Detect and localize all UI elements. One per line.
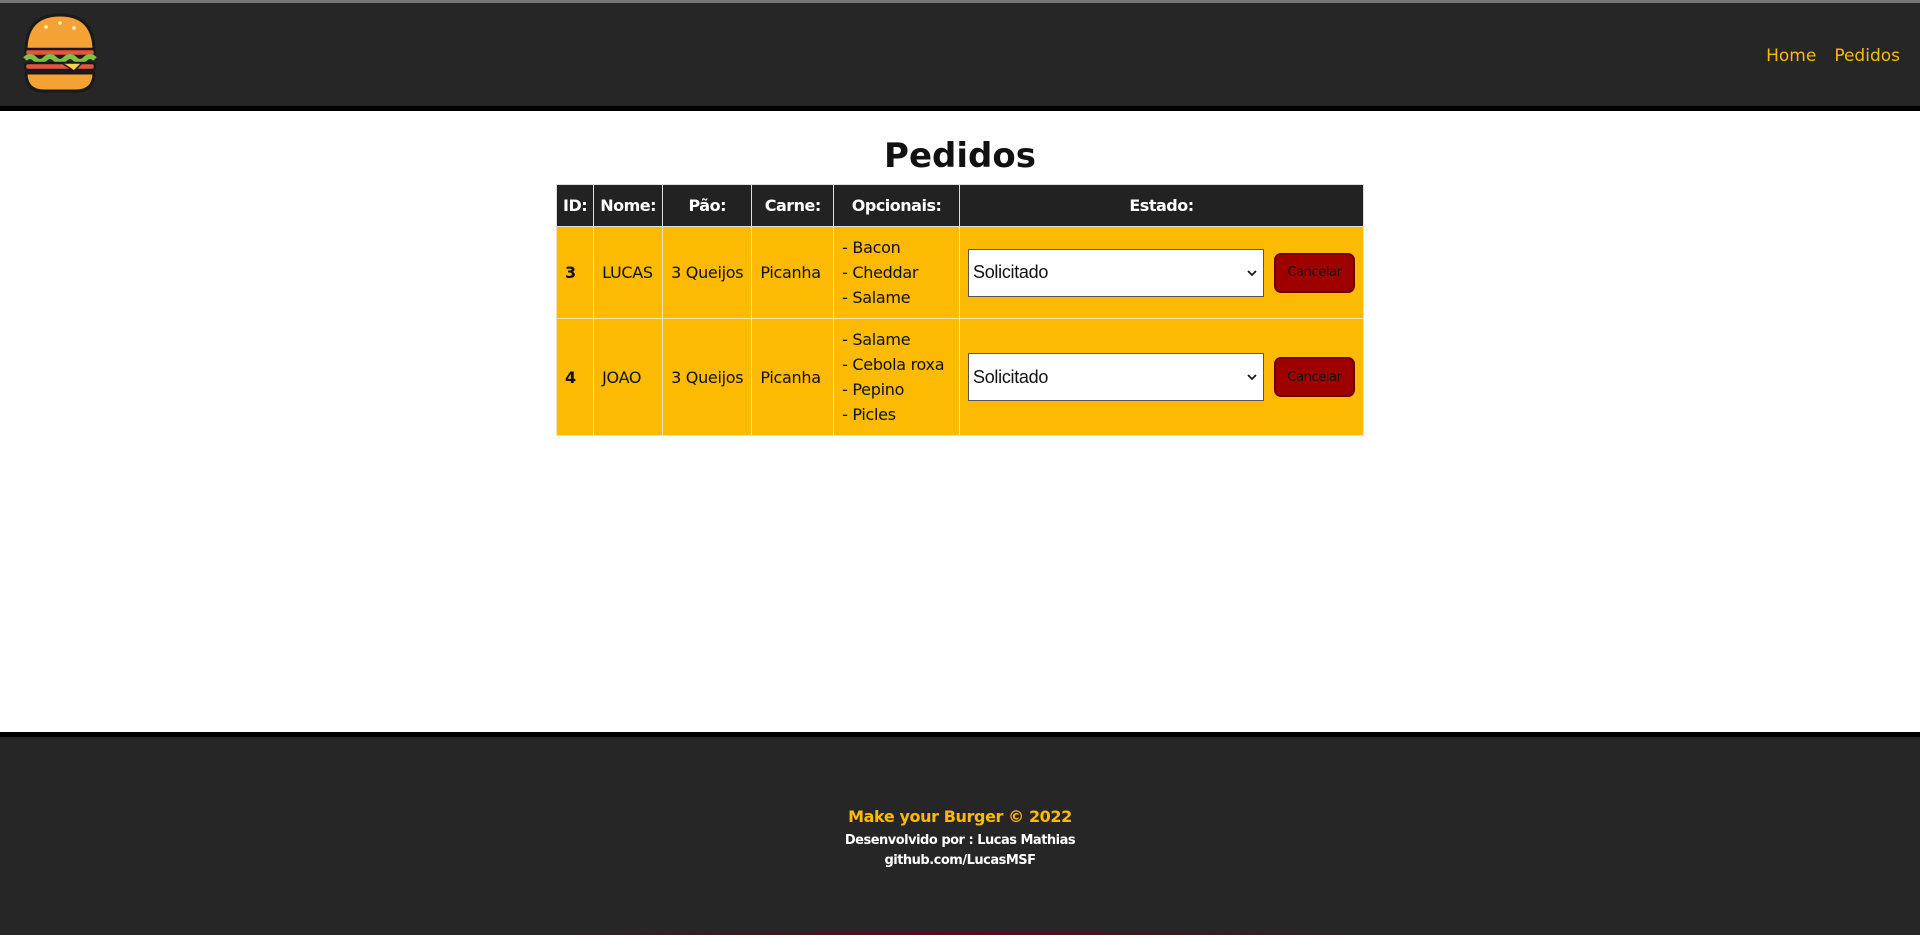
order-opcionais: - Bacon - Cheddar - Salame	[833, 226, 960, 319]
page-title: Pedidos	[884, 136, 1036, 176]
opcional-item: - Salame	[842, 330, 911, 349]
chevron-down-icon	[1247, 374, 1257, 381]
site-header: Home Pedidos	[0, 3, 1920, 111]
table-row: 3 LUCAS 3 Queijos Picanha - Bacon - Ched…	[555, 226, 1364, 319]
col-header-nome: Nome:	[593, 184, 664, 227]
estado-select[interactable]: Solicitado	[968, 248, 1264, 297]
estado-select[interactable]: Solicitado	[968, 353, 1264, 401]
table-row: 4 JOAO 3 Queijos Picanha - Salame - Cebo…	[555, 318, 1364, 436]
opcional-item: - Cheddar	[842, 263, 919, 282]
order-pao: 3 Queijos	[662, 226, 753, 319]
main-content: Pedidos ID: Nome: Pão: Carne: Opcionais:…	[0, 116, 1920, 732]
nav-pedidos-link[interactable]: Pedidos	[1834, 46, 1900, 66]
opcional-item: - Bacon	[842, 238, 901, 257]
order-pao: 3 Queijos	[662, 318, 753, 436]
footer-github-link[interactable]: github.com/LucasMSF	[0, 853, 1920, 868]
burger-logo[interactable]	[22, 13, 98, 93]
footer-copyright: Make your Burger © 2022	[848, 807, 1072, 826]
nav-home-link[interactable]: Home	[1766, 46, 1816, 66]
opcional-item: - Salame	[842, 288, 911, 307]
order-carne: Picanha	[751, 318, 835, 436]
opcional-item: - Picles	[842, 405, 896, 424]
col-header-opcionais: Opcionais:	[833, 184, 960, 227]
estado-select-value: Solicitado	[973, 366, 1049, 387]
opcional-item: - Pepino	[842, 380, 905, 399]
cancel-button[interactable]: Cancelar	[1274, 357, 1355, 397]
opcional-item: - Cebola roxa	[842, 355, 945, 374]
col-header-estado: Estado:	[959, 184, 1364, 227]
orders-table: ID: Nome: Pão: Carne: Opcionais: Estado:…	[555, 184, 1364, 436]
order-estado: Solicitado Cancelar	[959, 226, 1364, 319]
order-carne: Picanha	[751, 226, 835, 319]
col-header-carne: Carne:	[751, 184, 835, 227]
burger-icon	[23, 13, 97, 93]
table-header-row: ID: Nome: Pão: Carne: Opcionais: Estado:	[555, 184, 1364, 227]
order-id: 4	[555, 318, 595, 436]
order-nome: JOAO	[593, 318, 664, 436]
col-header-id: ID:	[555, 184, 595, 227]
order-estado: Solicitado Cancelar	[959, 318, 1364, 436]
col-header-pao: Pão:	[662, 184, 753, 227]
order-id: 3	[555, 226, 595, 319]
cancel-button[interactable]: Cancelar	[1274, 252, 1355, 293]
order-nome: LUCAS	[593, 226, 664, 319]
footer-author: Desenvolvido por : Lucas Mathias	[844, 833, 1076, 848]
chevron-down-icon	[1247, 269, 1257, 276]
site-footer: Make your Burger © 2022 Desenvolvido por…	[0, 732, 1920, 935]
main-nav: Home Pedidos	[1766, 46, 1900, 66]
estado-select-value: Solicitado	[973, 262, 1049, 282]
order-opcionais: - Salame - Cebola roxa - Pepino - Picles	[833, 318, 960, 436]
